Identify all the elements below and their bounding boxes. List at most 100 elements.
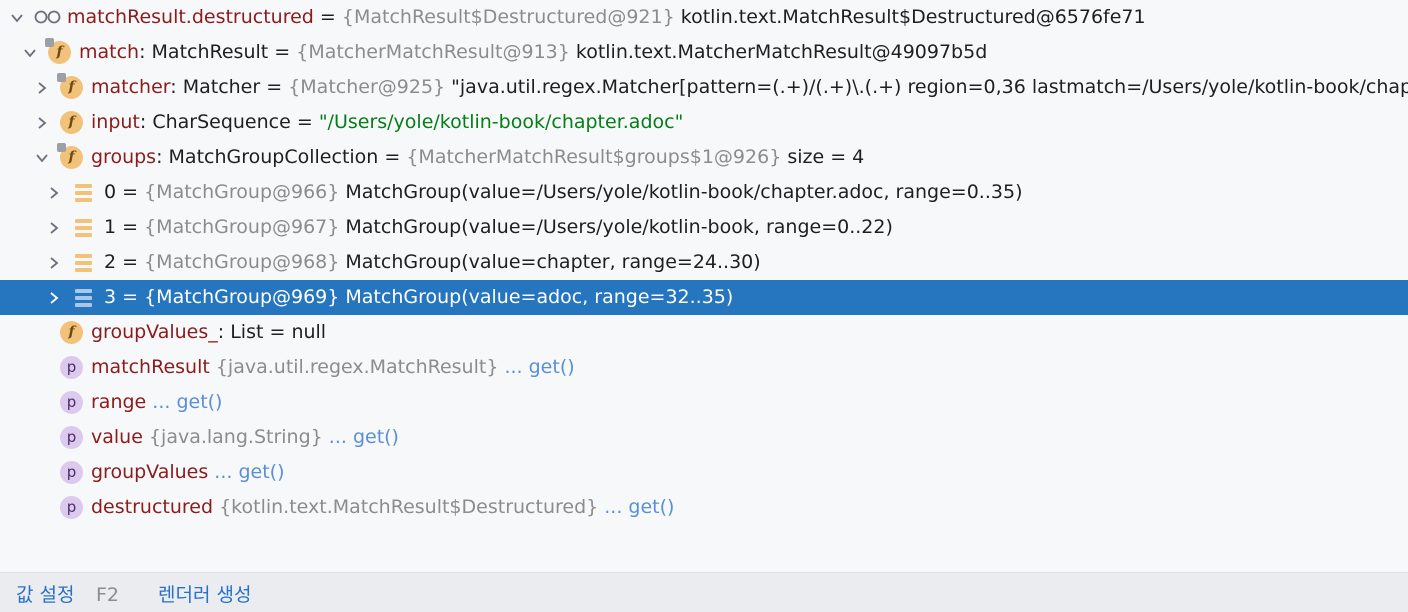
get-link[interactable]: ... get() — [323, 426, 399, 448]
var-value: size = 4 — [781, 146, 865, 168]
tree-row-groupvalues-property[interactable]: p groupValues ... get() — [0, 455, 1408, 490]
row-text: matchResult.destructured = {MatchResult$… — [67, 0, 1146, 35]
chevron-down-icon[interactable] — [8, 0, 26, 35]
row-text: matchResult {java.util.regex.MatchResult… — [91, 350, 575, 385]
var-name: input — [91, 111, 140, 133]
tree-row-matchresult-property[interactable]: p matchResult {java.util.regex.MatchResu… — [0, 350, 1408, 385]
var-type: : MatchResult — [139, 41, 275, 63]
object-ref: {MatcherMatchResult@913} — [296, 41, 570, 63]
row-text: groupValues_: List = null — [91, 315, 326, 350]
row-text: 3 = {MatchGroup@969} MatchGroup(value=ad… — [104, 280, 733, 315]
get-link[interactable]: ... get() — [598, 496, 674, 518]
get-link[interactable]: ... get() — [208, 461, 284, 483]
var-name: destructured — [91, 496, 214, 518]
set-value-button[interactable]: 값 설정 — [16, 573, 74, 612]
var-type: : CharSequence — [139, 111, 297, 133]
index-label: 2 — [104, 251, 117, 273]
row-text: destructured {kotlin.text.MatchResult$De… — [91, 490, 674, 525]
watch-glasses-icon — [34, 10, 61, 24]
property-icon: p — [60, 356, 83, 379]
row-text: groups: MatchGroupCollection = {MatcherM… — [91, 140, 864, 175]
var-type: : MatchGroupCollection — [156, 146, 385, 168]
string-value: "/Users/yole/kotlin-book/chapter.adoc" — [318, 111, 684, 133]
field-icon: f — [57, 73, 83, 99]
row-text: 2 = {MatchGroup@968} MatchGroup(value=ch… — [104, 245, 761, 280]
field-icon: f — [57, 143, 83, 169]
index-label: 1 — [104, 216, 117, 238]
get-link[interactable]: ... get() — [146, 391, 222, 413]
var-name: matchResult — [91, 356, 210, 378]
index-label: 0 — [104, 181, 117, 203]
chevron-right-icon[interactable] — [45, 280, 63, 315]
tree-row-groupvalues-field[interactable]: f groupValues_: List = null — [0, 315, 1408, 350]
list-element-icon — [72, 181, 95, 204]
bottom-action-bar: 값 설정 F2 렌더러 생성 — [0, 572, 1408, 612]
chevron-right-icon[interactable] — [45, 175, 63, 210]
tree-row-group-0[interactable]: 0 = {MatchGroup@966} MatchGroup(value=/U… — [0, 175, 1408, 210]
object-type: {java.util.regex.MatchResult} — [209, 356, 499, 378]
object-ref: {MatcherMatchResult$groups$1@926} — [406, 146, 782, 168]
get-link[interactable]: ... get() — [498, 356, 574, 378]
var-type: : List — [217, 321, 270, 343]
chevron-right-icon[interactable] — [45, 245, 63, 280]
var-name: range — [91, 391, 147, 413]
var-name: matchResult.destructured — [67, 6, 314, 28]
var-value: MatchGroup(value=/Users/yole/kotlin-book… — [339, 181, 1023, 203]
object-ref: {MatchGroup@969} — [144, 286, 340, 308]
object-ref: {MatchGroup@968} — [144, 251, 340, 273]
row-text: value {java.lang.String} ... get() — [91, 420, 399, 455]
chevron-right-icon[interactable] — [45, 210, 63, 245]
tree-row-match[interactable]: f match: MatchResult = {MatcherMatchResu… — [0, 35, 1408, 70]
tree-row-range-property[interactable]: p range ... get() — [0, 385, 1408, 420]
chevron-right-icon[interactable] — [33, 70, 51, 105]
tree-row-destructured[interactable]: matchResult.destructured = {MatchResult$… — [0, 0, 1408, 35]
equals-sign: = — [266, 76, 289, 98]
var-value: MatchGroup(value=chapter, range=24..30) — [339, 251, 761, 273]
equals-sign: = — [384, 146, 407, 168]
chevron-down-icon[interactable] — [33, 140, 51, 175]
chevron-down-icon[interactable] — [21, 35, 39, 70]
var-value: kotlin.text.MatcherMatchResult@49097b5d — [569, 41, 988, 63]
tree-row-value-property[interactable]: p value {java.lang.String} ... get() — [0, 420, 1408, 455]
variables-tree: matchResult.destructured = {MatchResult$… — [0, 0, 1408, 572]
object-type: {kotlin.text.MatchResult$Destructured} — [213, 496, 599, 518]
var-value: MatchGroup(value=/Users/yole/kotlin-book… — [339, 216, 893, 238]
var-name: groupValues_ — [91, 321, 218, 343]
equals-sign: = — [116, 251, 145, 273]
property-icon: p — [60, 426, 83, 449]
object-ref: {MatchGroup@966} — [144, 181, 340, 203]
field-icon: f — [60, 321, 83, 344]
equals-sign: = — [116, 181, 145, 203]
row-text: range ... get() — [91, 385, 222, 420]
equals-sign: = — [116, 216, 145, 238]
equals-sign: = — [313, 6, 342, 28]
var-name: groupValues — [91, 461, 209, 483]
equals-sign: = — [274, 41, 297, 63]
row-text: match: MatchResult = {MatcherMatchResult… — [79, 35, 987, 70]
var-value: null — [291, 321, 327, 343]
chevron-right-icon[interactable] — [33, 105, 51, 140]
row-text: 0 = {MatchGroup@966} MatchGroup(value=/U… — [104, 175, 1022, 210]
row-text: input: CharSequence = "/Users/yole/kotli… — [91, 105, 683, 140]
field-icon: f — [60, 111, 83, 134]
tree-row-group-1[interactable]: 1 = {MatchGroup@967} MatchGroup(value=/U… — [0, 210, 1408, 245]
object-ref: {Matcher@925} — [288, 76, 446, 98]
tree-row-matcher[interactable]: f matcher: Matcher = {Matcher@925} "java… — [0, 70, 1408, 105]
property-icon: p — [60, 461, 83, 484]
property-icon: p — [60, 496, 83, 519]
tree-row-destructured-property[interactable]: p destructured {kotlin.text.MatchResult$… — [0, 490, 1408, 525]
create-renderer-button[interactable]: 렌더러 생성 — [158, 573, 251, 612]
tree-row-group-3[interactable]: 3 = {MatchGroup@969} MatchGroup(value=ad… — [0, 280, 1408, 315]
object-ref: {MatchResult$Destructured@921} — [341, 6, 675, 28]
object-type: {java.lang.String} — [142, 426, 323, 448]
list-element-icon — [72, 286, 95, 309]
index-label: 3 — [104, 286, 117, 308]
var-value: kotlin.text.MatchResult$Destructured@657… — [674, 6, 1146, 28]
tree-row-input[interactable]: f input: CharSequence = "/Users/yole/kot… — [0, 105, 1408, 140]
var-type: : Matcher — [170, 76, 267, 98]
equals-sign: = — [116, 286, 145, 308]
tree-row-groups[interactable]: f groups: MatchGroupCollection = {Matche… — [0, 140, 1408, 175]
property-icon: p — [60, 391, 83, 414]
tree-row-group-2[interactable]: 2 = {MatchGroup@968} MatchGroup(value=ch… — [0, 245, 1408, 280]
set-value-shortcut: F2 — [96, 584, 120, 606]
